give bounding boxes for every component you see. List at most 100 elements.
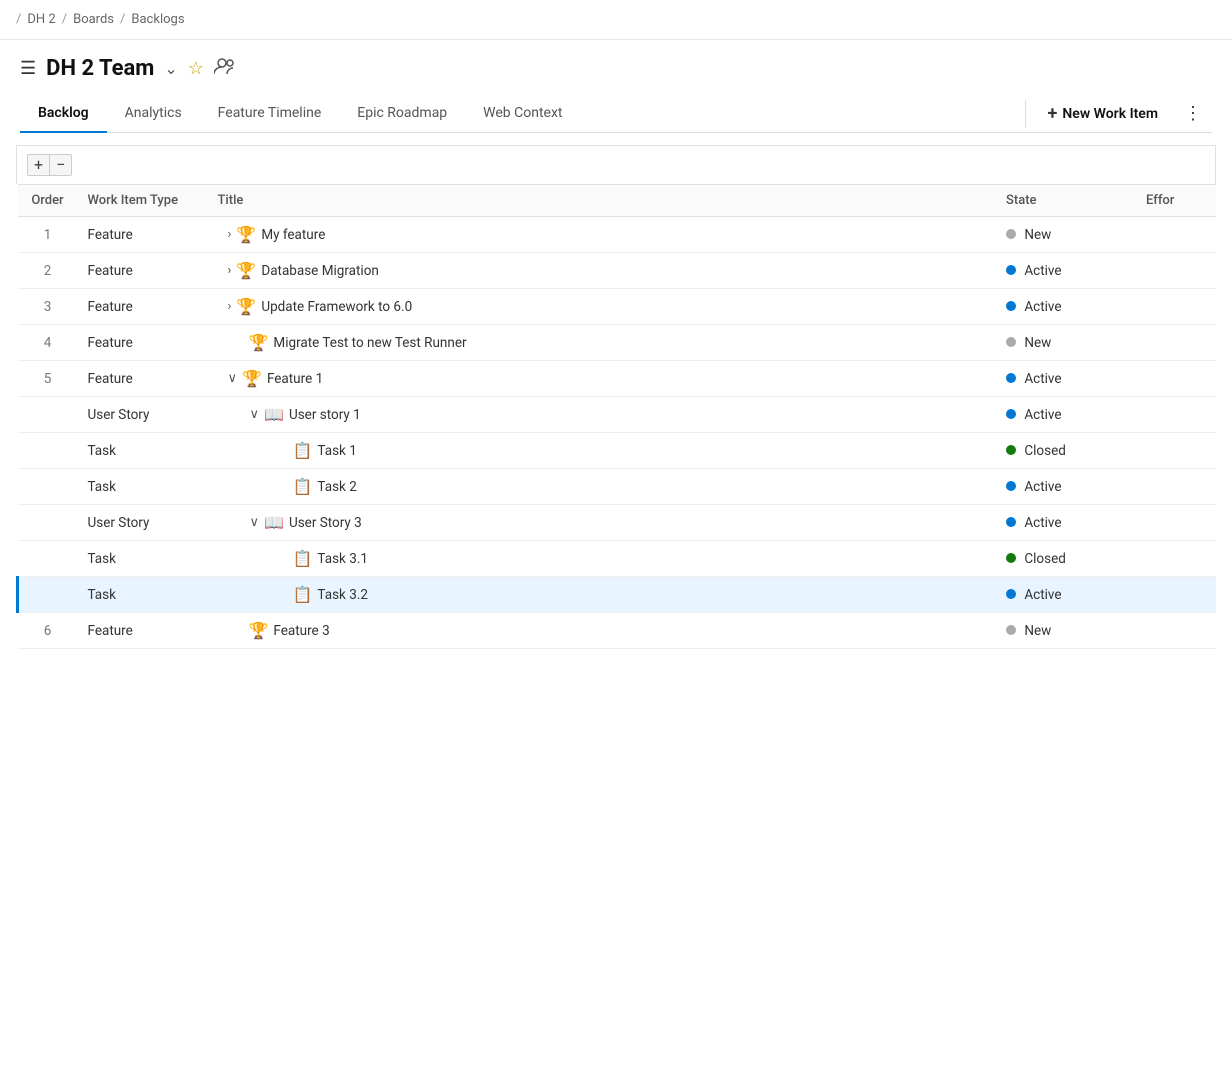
table-row[interactable]: Task 📋 Task 2 Active (18, 469, 1217, 505)
expand-right-icon[interactable]: › (228, 263, 232, 278)
table-row[interactable]: 6 Feature 🏆 Feature 3 New (18, 613, 1217, 649)
title-cell[interactable]: 📋 Task 2 (208, 469, 997, 505)
trophy-icon: 🏆 (236, 225, 256, 244)
content: + − Order Work Item Type Title State Eff… (0, 133, 1232, 661)
expand-collapse-group: + − (27, 154, 72, 176)
table-row[interactable]: User Story ∨ 📖 User story 1 Active (18, 397, 1217, 433)
item-title: User story 1 (289, 407, 361, 423)
column-state: State (996, 185, 1136, 217)
effort-cell (1136, 253, 1216, 289)
order-cell: 6 (18, 613, 78, 649)
title-cell[interactable]: 🏆 Migrate Test to new Test Runner (208, 325, 997, 361)
chevron-down-icon[interactable]: ⌄ (164, 59, 177, 78)
breadcrumb-sep-0: / (16, 12, 21, 27)
table-row[interactable]: Task 📋 Task 3.1 Closed (18, 541, 1217, 577)
title-cell[interactable]: › 🏆 My feature (208, 217, 997, 253)
tab-bar: Backlog Analytics Feature Timeline Epic … (20, 95, 1212, 133)
task-icon: 📋 (293, 477, 313, 496)
item-title: Update Framework to 6.0 (261, 299, 412, 315)
title-cell[interactable]: ∨ 📖 User story 1 (208, 397, 997, 433)
breadcrumb-boards[interactable]: Boards (73, 12, 114, 27)
state-cell: New (996, 613, 1136, 649)
expand-down-icon[interactable]: ∨ (250, 407, 260, 422)
tab-analytics[interactable]: Analytics (107, 95, 200, 133)
state-cell: Active (996, 577, 1136, 613)
column-title: Title (208, 185, 997, 217)
effort-cell (1136, 397, 1216, 433)
state-dot (1006, 445, 1016, 455)
breadcrumb-dh2[interactable]: DH 2 (27, 12, 55, 27)
state-label: Active (1024, 479, 1061, 495)
type-cell: Task (78, 433, 208, 469)
table-row[interactable]: 5 Feature ∨ 🏆 Feature 1 Active (18, 361, 1217, 397)
expand-all-button[interactable]: + (28, 155, 50, 175)
effort-cell (1136, 505, 1216, 541)
state-label: Closed (1024, 551, 1066, 567)
type-cell: User Story (78, 505, 208, 541)
hamburger-icon[interactable]: ☰ (20, 58, 36, 79)
item-title: Task 1 (317, 443, 356, 459)
title-cell[interactable]: › 🏆 Database Migration (208, 253, 997, 289)
state-label: Active (1024, 587, 1061, 603)
title-cell[interactable]: ∨ 🏆 Feature 1 (208, 361, 997, 397)
task-icon: 📋 (293, 549, 313, 568)
type-cell: User Story (78, 397, 208, 433)
type-cell: Task (78, 541, 208, 577)
breadcrumb: / DH 2 / Boards / Backlogs (0, 0, 1232, 40)
table-row[interactable]: Task 📋 Task 1 Closed (18, 433, 1217, 469)
trophy-icon: 🏆 (236, 297, 256, 316)
order-cell (18, 469, 78, 505)
star-icon[interactable]: ☆ (188, 58, 204, 79)
item-title: Migrate Test to new Test Runner (273, 335, 466, 351)
tab-web-context[interactable]: Web Context (465, 95, 580, 133)
state-dot (1006, 265, 1016, 275)
table-row[interactable]: 1 Feature › 🏆 My feature New (18, 217, 1217, 253)
effort-cell (1136, 289, 1216, 325)
item-title: Task 2 (317, 479, 356, 495)
title-cell[interactable]: 📋 Task 1 (208, 433, 997, 469)
type-cell: Feature (78, 361, 208, 397)
title-cell[interactable]: 📋 Task 3.1 (208, 541, 997, 577)
expand-down-icon[interactable]: ∨ (250, 515, 260, 530)
title-cell[interactable]: 🏆 Feature 3 (208, 613, 997, 649)
state-cell: Active (996, 361, 1136, 397)
expand-right-icon[interactable]: › (228, 227, 232, 242)
table-row[interactable]: 3 Feature › 🏆 Update Framework to 6.0 Ac… (18, 289, 1217, 325)
more-options-button[interactable]: ⋮ (1174, 97, 1212, 130)
table-row[interactable]: 2 Feature › 🏆 Database Migration Active (18, 253, 1217, 289)
tab-feature-timeline[interactable]: Feature Timeline (200, 95, 340, 133)
effort-cell (1136, 217, 1216, 253)
tab-backlog[interactable]: Backlog (20, 95, 107, 133)
expand-right-icon[interactable]: › (228, 299, 232, 314)
expand-down-icon[interactable]: ∨ (228, 371, 238, 386)
state-cell: Active (996, 469, 1136, 505)
state-label: Active (1024, 371, 1061, 387)
effort-cell (1136, 577, 1216, 613)
trophy-icon: 🏆 (242, 369, 262, 388)
item-title: User Story 3 (289, 515, 362, 531)
title-cell[interactable]: › 🏆 Update Framework to 6.0 (208, 289, 997, 325)
new-work-item-button[interactable]: + New Work Item (1034, 97, 1173, 130)
people-icon[interactable] (214, 57, 236, 80)
order-cell: 3 (18, 289, 78, 325)
table-row[interactable]: Task 📋 Task 3.2 Active (18, 577, 1217, 613)
new-work-item-label: New Work Item (1062, 106, 1158, 122)
state-label: Active (1024, 263, 1061, 279)
table-row[interactable]: User Story ∨ 📖 User Story 3 Active (18, 505, 1217, 541)
title-cell[interactable]: ∨ 📖 User Story 3 (208, 505, 997, 541)
collapse-all-button[interactable]: − (50, 155, 71, 175)
order-cell (18, 397, 78, 433)
breadcrumb-sep-2: / (120, 12, 125, 27)
state-dot (1006, 301, 1016, 311)
table-row[interactable]: 4 Feature 🏆 Migrate Test to new Test Run… (18, 325, 1217, 361)
state-cell: New (996, 325, 1136, 361)
breadcrumb-backlogs[interactable]: Backlogs (131, 12, 184, 27)
tab-epic-roadmap[interactable]: Epic Roadmap (339, 95, 465, 133)
table-header-row: Order Work Item Type Title State Effor (18, 185, 1217, 217)
title-cell[interactable]: 📋 Task 3.2 (208, 577, 997, 613)
item-title: Feature 1 (267, 371, 323, 387)
state-dot (1006, 481, 1016, 491)
state-label: Active (1024, 515, 1061, 531)
type-cell: Feature (78, 325, 208, 361)
state-dot (1006, 409, 1016, 419)
